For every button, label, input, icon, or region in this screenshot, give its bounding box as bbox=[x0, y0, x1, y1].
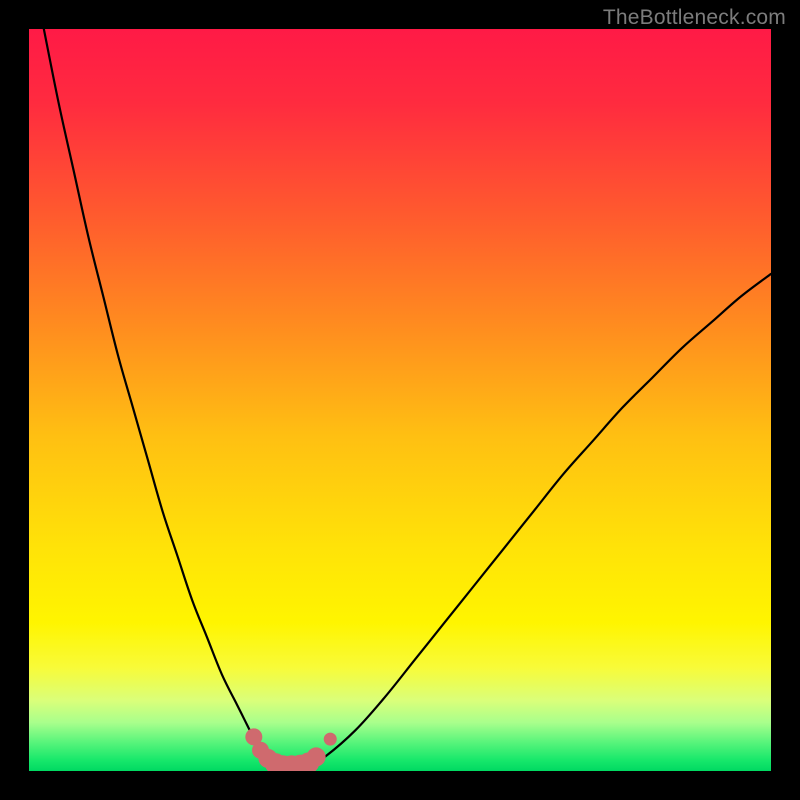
highlight-marker bbox=[324, 733, 336, 745]
plot-area bbox=[29, 29, 771, 771]
bottleneck-curve-right bbox=[311, 274, 771, 764]
outer-frame: TheBottleneck.com bbox=[0, 0, 800, 800]
watermark-text: TheBottleneck.com bbox=[603, 6, 786, 30]
highlight-marker bbox=[307, 748, 325, 766]
highlight-markers bbox=[246, 729, 336, 771]
curve-layer bbox=[29, 29, 771, 771]
bottleneck-curve-left bbox=[44, 29, 274, 764]
